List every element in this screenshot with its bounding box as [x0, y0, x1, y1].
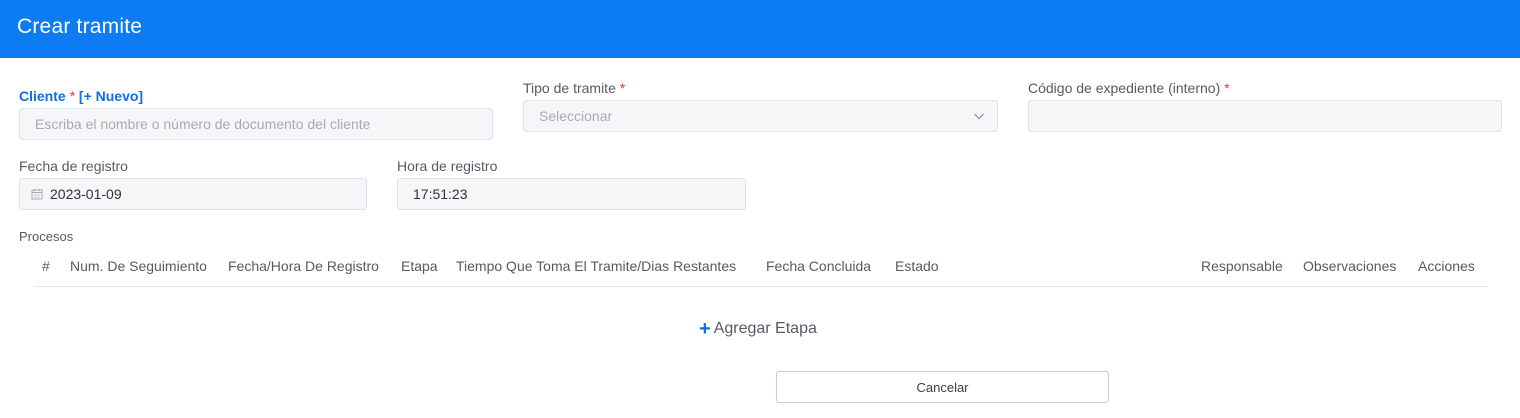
column-header: Fecha Concluida	[766, 258, 872, 274]
chevron-down-icon	[974, 113, 984, 120]
cliente-label: Cliente	[19, 88, 66, 104]
hora-registro-field[interactable]: 17:51:23	[397, 178, 746, 210]
column-header: Fecha/Hora De Registro	[228, 258, 379, 274]
tipo-tramite-label-group: Tipo de tramite *	[523, 80, 625, 96]
fecha-registro-value: 2023-01-09	[50, 186, 122, 202]
codigo-expediente-label: Código de expediente (interno)	[1028, 80, 1221, 96]
codigo-expediente-field[interactable]	[1028, 100, 1502, 132]
plus-icon: +	[699, 318, 711, 340]
tipo-tramite-select[interactable]: Seleccionar	[523, 100, 998, 132]
codigo-expediente-input[interactable]	[1029, 101, 1501, 131]
column-header: Tiempo Que Toma El Tramite/Dias Restante…	[456, 258, 737, 274]
tipo-tramite-selected: Seleccionar	[539, 108, 613, 124]
required-mark: *	[619, 80, 626, 96]
column-header: Num. De Seguimiento	[70, 258, 207, 274]
required-mark: *	[1224, 80, 1230, 96]
fecha-registro-label: Fecha de registro	[19, 158, 128, 174]
column-header: Estado	[895, 258, 939, 274]
column-header: Acciones	[1418, 258, 1475, 274]
hora-registro-label: Hora de registro	[397, 158, 498, 174]
page-title: Crear tramite	[17, 15, 143, 38]
column-header: Etapa	[401, 258, 438, 274]
column-header: Observaciones	[1303, 258, 1397, 274]
table-header-divider	[34, 286, 1487, 287]
tipo-tramite-label: Tipo de tramite	[523, 80, 616, 96]
column-header: #	[42, 258, 50, 274]
hora-registro-value: 17:51:23	[413, 186, 468, 202]
cancel-button[interactable]: Cancelar	[776, 371, 1109, 403]
cliente-field[interactable]	[19, 108, 493, 140]
calendar-icon	[31, 189, 43, 200]
page-header: Crear tramite	[0, 0, 1520, 58]
add-stage-button[interactable]: + Agregar Etapa	[699, 318, 817, 340]
cliente-search-input[interactable]	[20, 109, 492, 139]
add-stage-label: Agregar Etapa	[713, 320, 817, 337]
fecha-registro-field[interactable]: 2023-01-09	[19, 178, 367, 210]
required-mark: *	[69, 88, 76, 104]
new-client-link[interactable]: [+ Nuevo]	[79, 88, 143, 104]
column-header: Responsable	[1201, 258, 1283, 274]
cliente-label-group: Cliente * [+ Nuevo]	[19, 88, 143, 104]
procesos-label: Procesos	[19, 229, 74, 244]
codigo-expediente-label-group: Código de expediente (interno) *	[1028, 80, 1230, 96]
